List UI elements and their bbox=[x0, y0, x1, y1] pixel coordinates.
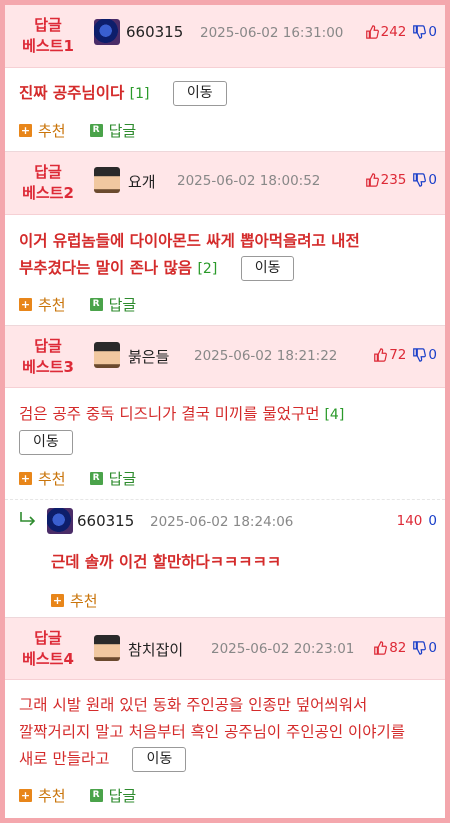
avatar[interactable] bbox=[94, 167, 120, 193]
best-label: 답글 bbox=[34, 163, 62, 181]
plus-icon: + bbox=[19, 298, 32, 311]
best-rank: 3 bbox=[63, 357, 74, 376]
timestamp: 2025-06-02 20:23:01 bbox=[211, 641, 355, 657]
reply-count: [1] bbox=[129, 86, 150, 102]
avatar[interactable] bbox=[94, 635, 120, 661]
best-prefix: 베스트 bbox=[22, 184, 64, 202]
thumbs-up-icon[interactable] bbox=[365, 173, 379, 187]
best-rank: 2 bbox=[63, 184, 74, 202]
thumbs-down-icon[interactable] bbox=[412, 641, 427, 655]
plus-icon: + bbox=[19, 472, 32, 485]
vote-counts: 140 0 bbox=[397, 513, 437, 529]
best-badge: 답글 베스트4 bbox=[5, 618, 91, 679]
comment-header: 답글 베스트3 붉은들 2025-06-02 18:21:22 72 0 bbox=[5, 326, 445, 388]
timestamp: 2025-06-02 16:31:00 bbox=[200, 25, 344, 41]
reply-button[interactable]: R 답글 bbox=[89, 468, 136, 489]
move-button[interactable]: 이동 bbox=[19, 430, 73, 455]
nickname[interactable]: 요개 bbox=[128, 171, 156, 192]
best-rank: 1 bbox=[63, 37, 74, 55]
reply-button[interactable]: R 답글 bbox=[89, 785, 136, 806]
downvote-count: 0 bbox=[428, 172, 437, 188]
comment-actions: + 추천 bbox=[51, 590, 122, 611]
vote-counts: 72 0 bbox=[373, 347, 437, 363]
best-badge: 답글 베스트2 bbox=[5, 152, 91, 214]
best-label: 답글 bbox=[34, 16, 62, 34]
move-button[interactable]: 이동 bbox=[240, 256, 295, 281]
reply-arrow-icon bbox=[20, 512, 36, 526]
vote-counts: 235 0 bbox=[365, 172, 437, 188]
vote-counts: 82 0 bbox=[373, 640, 437, 656]
comment-text: 근데 솔까 이건 할만하다ㅋㅋㅋㅋㅋ bbox=[51, 553, 282, 571]
reply-count: [2] bbox=[197, 261, 218, 277]
best-prefix: 베스트 bbox=[22, 357, 64, 376]
upvote-count: 235 bbox=[380, 172, 407, 188]
plus-icon: + bbox=[51, 594, 64, 607]
reply-button[interactable]: R 답글 bbox=[89, 294, 136, 315]
timestamp: 2025-06-02 18:00:52 bbox=[177, 173, 321, 189]
best-badge: 답글 베스트3 bbox=[5, 326, 91, 387]
reply-icon: R bbox=[89, 789, 103, 802]
downvote-count: 0 bbox=[428, 513, 437, 529]
comment-actions: + 추천 R 답글 bbox=[19, 468, 160, 489]
thumbs-down-icon[interactable] bbox=[412, 173, 427, 187]
upvote-count: 242 bbox=[380, 24, 407, 40]
downvote-count: 0 bbox=[428, 640, 437, 656]
reply-icon: R bbox=[89, 298, 103, 311]
reply-button[interactable]: R 답글 bbox=[89, 120, 136, 141]
reply-count: [4] bbox=[324, 407, 345, 423]
comment-header: 답글 베스트2 요개 2025-06-02 18:00:52 235 0 bbox=[5, 152, 445, 215]
recommend-button[interactable]: + 추천 bbox=[19, 120, 66, 141]
avatar[interactable] bbox=[94, 342, 120, 368]
plus-icon: + bbox=[19, 124, 32, 137]
thumbs-up-icon[interactable] bbox=[365, 25, 379, 39]
best-comments-panel: 답글 베스트1 660315 2025-06-02 16:31:00 242 0… bbox=[5, 5, 445, 818]
avatar[interactable] bbox=[94, 19, 120, 45]
comment-header: 답글 베스트1 660315 2025-06-02 16:31:00 242 0 bbox=[5, 5, 445, 68]
nickname[interactable]: 660315 bbox=[126, 23, 183, 41]
avatar[interactable] bbox=[47, 508, 73, 534]
thumbs-up-icon[interactable] bbox=[373, 641, 388, 655]
thumbs-down-icon[interactable] bbox=[412, 25, 427, 39]
best-badge: 답글 베스트1 bbox=[5, 5, 91, 67]
comment-header: 답글 베스트4 참치잡이 2025-06-02 20:23:01 82 0 bbox=[5, 618, 445, 680]
thumbs-down-icon[interactable] bbox=[412, 348, 427, 362]
timestamp: 2025-06-02 18:24:06 bbox=[150, 514, 294, 530]
comment-actions: + 추천 R 답글 bbox=[19, 785, 160, 806]
recommend-button[interactable]: + 추천 bbox=[19, 785, 66, 806]
best-prefix: 베스트 bbox=[22, 37, 64, 55]
comment-actions: + 추천 R 답글 bbox=[19, 294, 160, 315]
best-prefix: 베스트 bbox=[22, 649, 64, 668]
reply-icon: R bbox=[89, 124, 103, 137]
upvote-count: 72 bbox=[389, 347, 407, 363]
downvote-count: 0 bbox=[428, 24, 437, 40]
thumbs-up-icon[interactable] bbox=[373, 348, 388, 362]
best-label: 답글 bbox=[34, 336, 62, 355]
nickname[interactable]: 660315 bbox=[77, 512, 134, 530]
timestamp: 2025-06-02 18:21:22 bbox=[194, 348, 338, 364]
comment-text: 그래 시발 원래 있던 동화 주인공을 인종만 덮어씌워서 깔짝거리지 말고 처… bbox=[19, 692, 429, 773]
divider bbox=[5, 499, 445, 500]
comment-text: 진짜 공주님이다 [1] 이동 bbox=[19, 80, 429, 108]
move-button[interactable]: 이동 bbox=[172, 81, 227, 106]
upvote-count: 82 bbox=[389, 640, 407, 656]
nickname[interactable]: 붉은들 bbox=[128, 346, 169, 367]
comment-actions: + 추천 R 답글 bbox=[19, 120, 160, 141]
recommend-button[interactable]: + 추천 bbox=[19, 294, 66, 315]
recommend-button[interactable]: + 추천 bbox=[51, 590, 98, 611]
best-label: 답글 bbox=[34, 628, 62, 647]
best-rank: 4 bbox=[63, 649, 74, 668]
downvote-count: 0 bbox=[428, 347, 437, 363]
nickname[interactable]: 참치잡이 bbox=[128, 639, 183, 660]
reply-icon: R bbox=[89, 472, 103, 485]
move-button[interactable]: 이동 bbox=[132, 747, 187, 772]
vote-counts: 242 0 bbox=[365, 24, 437, 40]
comment-text: 이거 유럽놈들에 다이아몬드 싸게 뽑아먹을려고 내전 부추겼다는 말이 존나 … bbox=[19, 228, 429, 283]
recommend-button[interactable]: + 추천 bbox=[19, 468, 66, 489]
comment-text: 검은 공주 중독 디즈니가 결국 미끼를 물었구먼 [4] 이동 bbox=[19, 401, 429, 456]
upvote-count: 140 bbox=[396, 513, 423, 529]
plus-icon: + bbox=[19, 789, 32, 802]
